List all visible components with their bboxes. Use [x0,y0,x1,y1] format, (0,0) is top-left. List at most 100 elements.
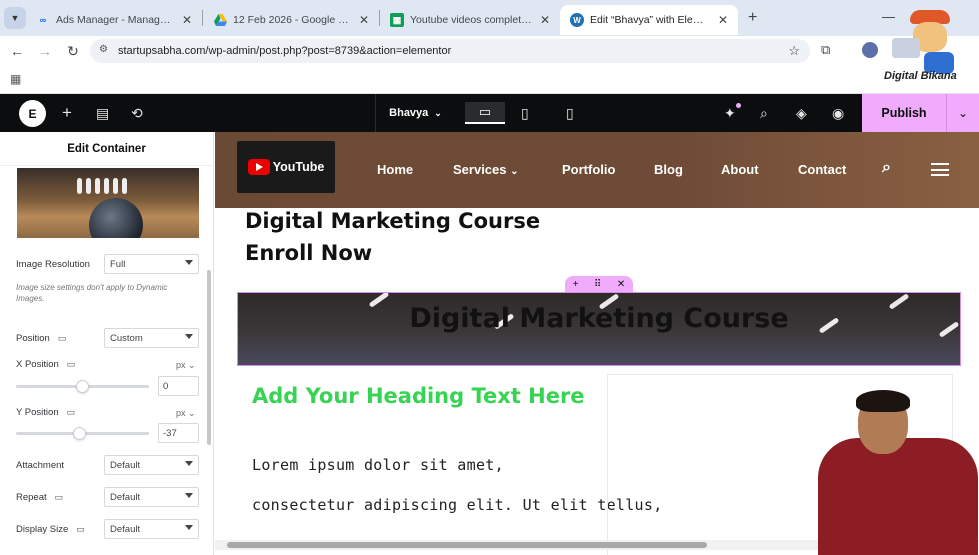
scrollbar-thumb[interactable] [227,542,707,548]
attachment-select[interactable]: Default [104,455,199,475]
lorem-line-1[interactable]: Lorem ipsum dolor sit amet, [252,456,504,474]
y-position-slider[interactable] [16,427,149,440]
desktop-icon: ▭ [478,104,492,119]
structure-layers-icon[interactable]: ◈ [796,105,807,122]
publish-options-button[interactable]: ⌄ [946,94,979,132]
nav-about[interactable]: About [721,162,759,177]
nav-home[interactable]: Home [377,162,413,177]
position-select[interactable]: Custom [104,328,199,348]
profile-avatar[interactable] [862,42,878,58]
preview-eye-icon[interactable]: ◉ [832,105,844,122]
close-icon[interactable]: ✕ [182,13,192,27]
panel-scrollbar[interactable] [207,270,211,445]
chevron-down-icon: ⌄ [434,107,442,118]
y-position-label: Y Position ▭ [16,407,76,418]
attachment-label: Attachment [16,460,65,471]
page-switcher[interactable]: Bhavya ⌄ [375,94,455,132]
new-tab-icon[interactable]: + [748,9,757,27]
browser-tab-bar: ▼ ∞ Ads Manager - Manage ads - C ✕ 12 Fe… [0,0,979,36]
drag-handle-icon[interactable]: ⠿ [594,279,601,290]
wordpress-icon: W [570,13,584,27]
nav-contact[interactable]: Contact [798,162,846,177]
search-icon[interactable]: ⌕ [760,105,768,122]
responsive-desktop-icon[interactable]: ▭ [55,492,64,503]
hamburger-menu-icon[interactable] [931,163,949,176]
edit-panel: Edit Container Image Resolution Full Ima… [0,132,214,555]
site-logo[interactable]: YouTube [237,141,335,193]
caret-down-icon [185,493,193,498]
reload-icon[interactable]: ↻ [59,43,87,60]
y-position-unit[interactable]: px ⌄ [176,408,196,419]
apps-grid-icon[interactable]: ▦ [10,72,21,86]
x-position-input[interactable]: 0 [158,376,199,396]
hero-container[interactable]: Digital Marketing Course [237,292,961,366]
slider-handle[interactable] [73,427,86,440]
tab-ads-manager[interactable]: ∞ Ads Manager - Manage ads - C ✕ [26,5,202,35]
tab-youtube-sheet[interactable]: ▦ Youtube videos complete topic ✕ [380,5,560,35]
responsive-desktop-icon[interactable]: ▭ [58,333,67,344]
placeholder-heading[interactable]: Add Your Heading Text Here [252,384,585,408]
laptop-shape [892,38,920,58]
pins-shape [77,178,157,196]
responsive-desktop-icon[interactable]: ▭ [76,524,85,535]
caret-down-icon [185,334,193,339]
close-icon[interactable]: ✕ [718,13,728,27]
desktop-view-button[interactable]: ▭ [465,102,505,124]
search-icon[interactable]: ⌕ [882,159,891,177]
repeat-select[interactable]: Default [104,487,199,507]
presenter-webcam-overlay [800,388,979,555]
tablet-icon[interactable]: ▯ [521,105,529,122]
bookmarks-bar: ▦ [0,66,979,94]
site-header[interactable]: YouTube Home Services ⌄ Portfolio Blog A… [215,132,979,208]
nav-services[interactable]: Services ⌄ [453,162,519,177]
bookmark-star-icon[interactable]: ☆ [788,43,800,59]
display-size-select[interactable]: Default [104,519,199,539]
lorem-line-2[interactable]: consectetur adipiscing elit. Ut elit tel… [252,496,663,514]
page-settings-icon[interactable]: ▤ [96,105,109,122]
url-field[interactable]: ⚙ startupsabha.com/wp-admin/post.php?pos… [90,39,810,63]
tab-elementor[interactable]: W Edit “Bhavya” with Elementor ✕ [560,5,738,35]
panel-title: Edit Container [0,132,213,166]
address-bar-row: ← → ↻ ⚙ startupsabha.com/wp-admin/post.p… [0,36,979,66]
course-heading[interactable]: Digital Marketing Course [245,209,540,233]
image-size-note: Image size settings don't apply to Dynam… [16,283,168,303]
youtube-play-icon [247,159,270,175]
nav-blog[interactable]: Blog [654,162,683,177]
sheets-icon: ▦ [390,13,404,27]
enroll-heading[interactable]: Enroll Now [245,241,372,265]
close-icon[interactable]: ✕ [359,13,369,27]
back-icon[interactable]: ← [3,43,31,59]
notifications-icon[interactable]: ✦ [724,105,736,122]
image-resolution-select[interactable]: Full [104,254,199,274]
hero-title[interactable]: Digital Marketing Course [238,303,960,334]
chevron-down-icon: ⌄ [510,166,519,177]
caret-down-icon [185,260,193,265]
elementor-logo-icon[interactable]: E [19,100,46,127]
delete-icon[interactable]: ✕ [617,279,625,290]
image-resolution-label: Image Resolution [16,259,90,270]
tab-google-drive[interactable]: 12 Feb 2026 - Google Drive ✕ [203,5,379,35]
tab-search-button[interactable]: ▼ [4,7,26,29]
history-icon[interactable]: ⟲ [131,105,143,122]
slider-handle[interactable] [76,380,89,393]
x-position-slider[interactable] [16,380,149,393]
container-handle[interactable]: + ⠿ ✕ [565,276,633,292]
publish-button[interactable]: Publish [862,94,946,132]
extensions-icon[interactable]: ⧉ [821,42,830,58]
responsive-desktop-icon[interactable]: ▭ [67,359,76,370]
chevron-down-icon: ⌄ [957,106,969,120]
add-element-icon[interactable]: + [62,103,72,123]
bowling-ball-shape [89,198,143,238]
caret-down-icon [185,461,193,466]
x-position-unit[interactable]: px ⌄ [176,360,196,371]
nav-portfolio[interactable]: Portfolio [562,162,615,177]
add-icon[interactable]: + [573,279,579,290]
site-info-icon[interactable]: ⚙ [99,44,108,55]
y-position-input[interactable]: -37 [158,423,199,443]
close-icon[interactable]: ✕ [540,13,550,27]
forward-icon[interactable]: → [31,43,59,59]
responsive-desktop-icon[interactable]: ▭ [67,407,76,418]
elementor-top-bar: E + ▤ ⟲ Bhavya ⌄ ▭ ▯ ▯ ✦ ⌕ ◈ ◉ [0,94,979,132]
mobile-icon[interactable]: ▯ [566,105,574,122]
background-image-preview[interactable] [17,168,199,238]
